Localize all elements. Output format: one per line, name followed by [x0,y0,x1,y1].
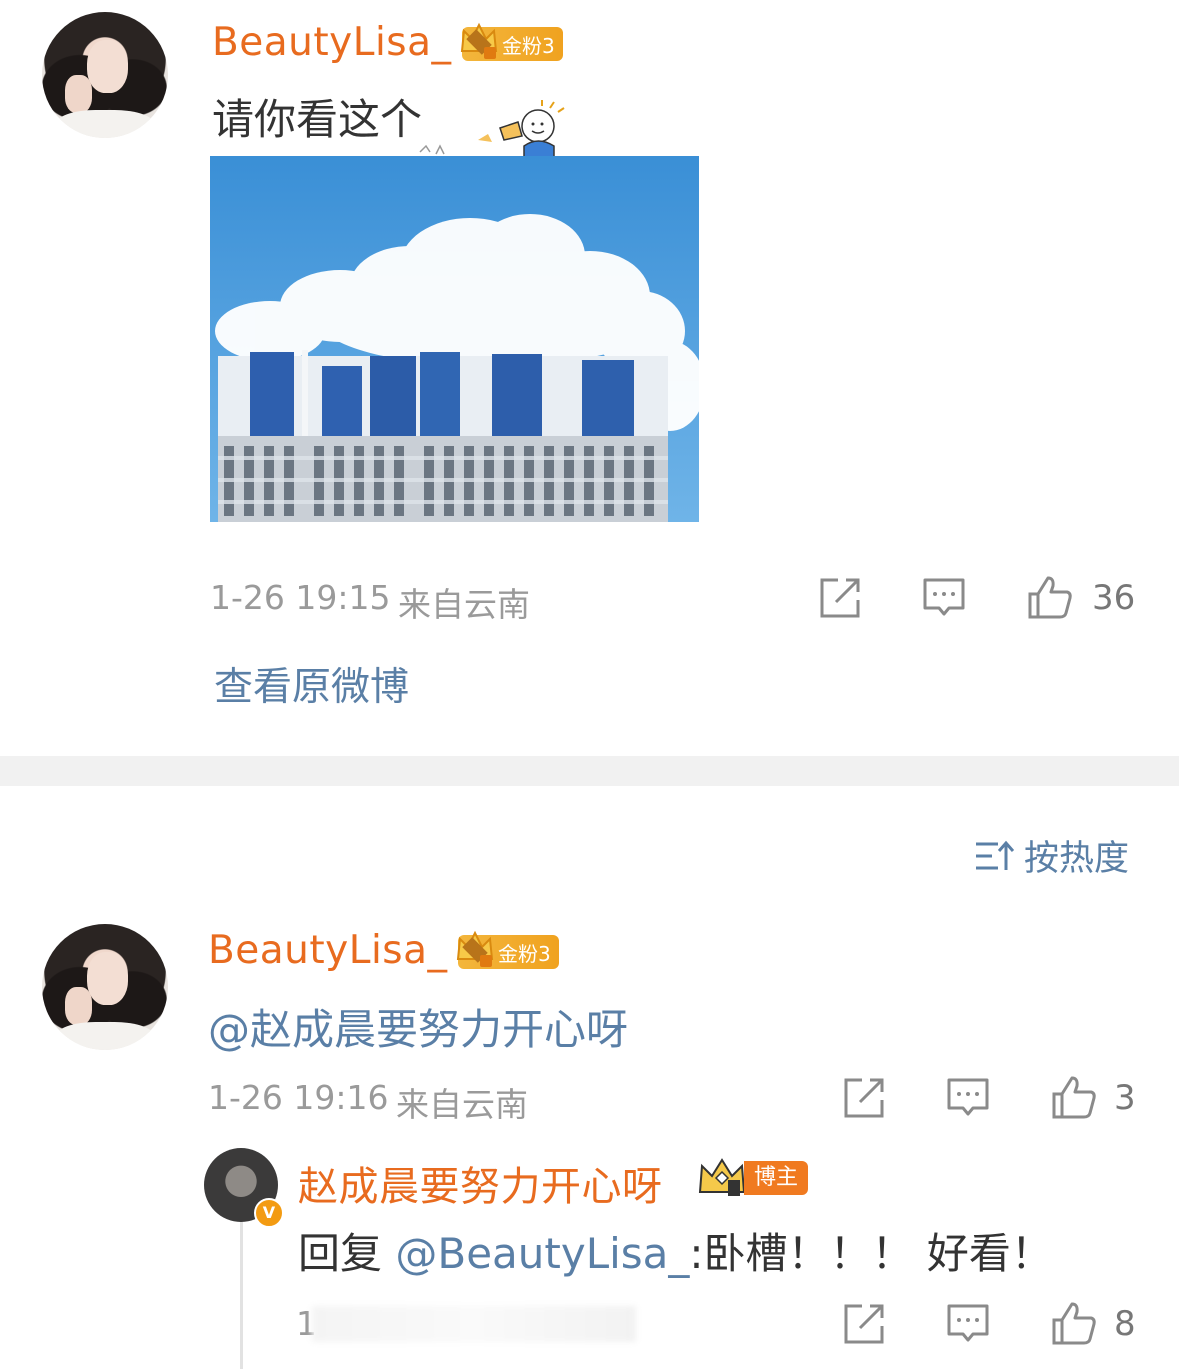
reply-like-count: 8 [1114,1304,1136,1344]
reply-mention[interactable]: @BeautyLisa_ [395,1229,689,1278]
post-text: 请你看这个 [212,95,423,144]
reply-text: 回复 @BeautyLisa_:卧槽！！！ 好看！ [298,1220,1053,1281]
post-like-count: 36 [1092,578,1136,618]
blogger-badge-label: 博主 [744,1161,809,1195]
comment-location: 来自云南 [396,1085,528,1124]
comment-icon[interactable] [946,1302,990,1346]
reply-username[interactable]: 赵成晨要努力开心呀 [298,1154,663,1212]
like-icon[interactable] [1050,1300,1098,1346]
comment-like-count: 3 [1114,1078,1136,1118]
crown-icon [698,1158,746,1196]
blogger-badge[interactable]: 博主 [696,1158,809,1198]
like-icon[interactable] [1026,574,1074,620]
repost-icon[interactable] [842,1076,886,1120]
comment-mention[interactable]: @赵成晨要努力开心呀 [208,996,628,1057]
fan-badge-label: 金粉3 [498,941,551,966]
comment-avatar[interactable] [42,924,168,1050]
view-original-link[interactable]: 查看原微博 [214,656,409,712]
comment-icon[interactable] [946,1076,990,1120]
sort-icon [976,840,1014,870]
comment-time: 1-26 19:16 [208,1078,389,1117]
post-fan-badge[interactable]: 金粉3 [460,22,563,61]
section-divider [0,756,1179,786]
reply-thread-line [240,1215,243,1369]
comment-fan-badge[interactable]: 金粉3 [456,930,559,969]
repost-icon[interactable] [818,576,862,620]
post-avatar[interactable] [42,12,168,138]
reply-body: :卧槽！！！ 好看！ [689,1229,1053,1278]
crown-icon [460,22,498,59]
repost-icon[interactable] [842,1302,886,1346]
verified-badge-icon: V [254,1198,284,1228]
comment-username[interactable]: BeautyLisa_ [208,928,448,973]
post-username[interactable]: BeautyLisa_ [212,20,452,65]
comment-icon[interactable] [922,576,966,620]
fan-badge-label: 金粉3 [502,33,555,58]
reply-meta-blurred [312,1306,636,1342]
sort-toggle[interactable]: 按热度 [974,830,1129,881]
sticker-icon [419,100,565,158]
post-time: 1-26 19:15 [210,578,391,617]
crown-icon [456,930,494,967]
post-image[interactable] [210,156,699,522]
reply-prefix: 回复 [298,1229,383,1278]
post-location: 来自云南 [398,585,530,624]
sort-label: 按热度 [1024,839,1130,879]
like-icon[interactable] [1050,1074,1098,1120]
